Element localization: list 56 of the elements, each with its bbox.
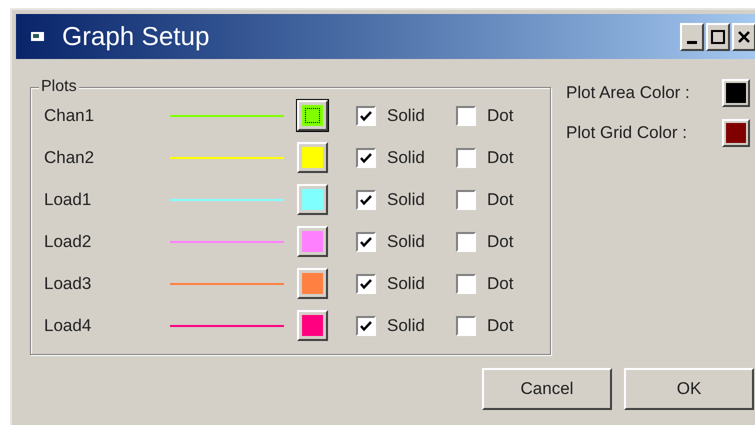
checkbox[interactable]	[356, 274, 376, 294]
color-swatch-button[interactable]	[297, 184, 328, 215]
checkbox-label: Dot	[487, 314, 514, 337]
checkbox-label: Solid	[387, 314, 425, 337]
checkbox-label: Solid	[387, 272, 425, 295]
plot-name: Chan1	[44, 104, 96, 127]
checkbox-label: Solid	[387, 188, 425, 211]
checkbox[interactable]	[356, 232, 376, 252]
checkbox-label: Dot	[487, 188, 514, 211]
checkbox-label: Dot	[487, 230, 514, 253]
checkmark-icon	[360, 110, 372, 122]
color-swatch-button[interactable]	[297, 100, 328, 131]
minimize-icon	[687, 40, 697, 44]
checkbox-label: Dot	[487, 146, 514, 169]
checkbox[interactable]	[456, 316, 476, 336]
checkmark-icon	[360, 278, 372, 290]
checkmark-icon	[360, 236, 372, 248]
color-swatch-button[interactable]	[722, 79, 750, 107]
checkbox-label: Dot	[487, 272, 514, 295]
plot-name: Load4	[44, 314, 92, 337]
checkbox[interactable]	[356, 316, 376, 336]
dialog-button[interactable]: OK	[624, 368, 754, 410]
window-icon	[30, 30, 46, 44]
color-swatch-button[interactable]	[297, 142, 328, 173]
window-title: Graph Setup	[62, 20, 210, 53]
color-swatch-button[interactable]	[297, 226, 328, 257]
checkbox[interactable]	[356, 106, 376, 126]
plot-name: Load1	[44, 188, 92, 211]
setting-label: Plot Area Color :	[566, 82, 691, 104]
checkbox[interactable]	[456, 106, 476, 126]
checkbox[interactable]	[456, 148, 476, 168]
close-button[interactable]	[732, 22, 755, 50]
checkmark-icon	[360, 194, 372, 206]
checkmark-icon	[360, 152, 372, 164]
close-icon	[738, 30, 750, 42]
setting-label: Plot Grid Color :	[566, 122, 688, 144]
checkbox-label: Solid	[387, 104, 425, 127]
plot-name: Load2	[44, 230, 92, 253]
color-swatch-button[interactable]	[297, 268, 328, 299]
color-swatch-button[interactable]	[297, 310, 328, 341]
checkbox-label: Solid	[387, 146, 425, 169]
checkbox-label: Dot	[487, 104, 514, 127]
checkbox-label: Solid	[387, 230, 425, 253]
plot-name: Load3	[44, 272, 92, 295]
checkmark-icon	[360, 320, 372, 332]
plot-name: Chan2	[44, 146, 96, 169]
checkbox[interactable]	[456, 190, 476, 210]
maximize-button[interactable]	[706, 22, 730, 50]
color-swatch-button[interactable]	[722, 119, 750, 147]
checkbox[interactable]	[456, 232, 476, 252]
dialog-button[interactable]: Cancel	[482, 368, 612, 410]
checkbox[interactable]	[456, 274, 476, 294]
checkbox[interactable]	[356, 148, 376, 168]
checkbox[interactable]	[356, 190, 376, 210]
minimize-button[interactable]	[680, 22, 704, 50]
maximize-icon	[711, 30, 725, 44]
